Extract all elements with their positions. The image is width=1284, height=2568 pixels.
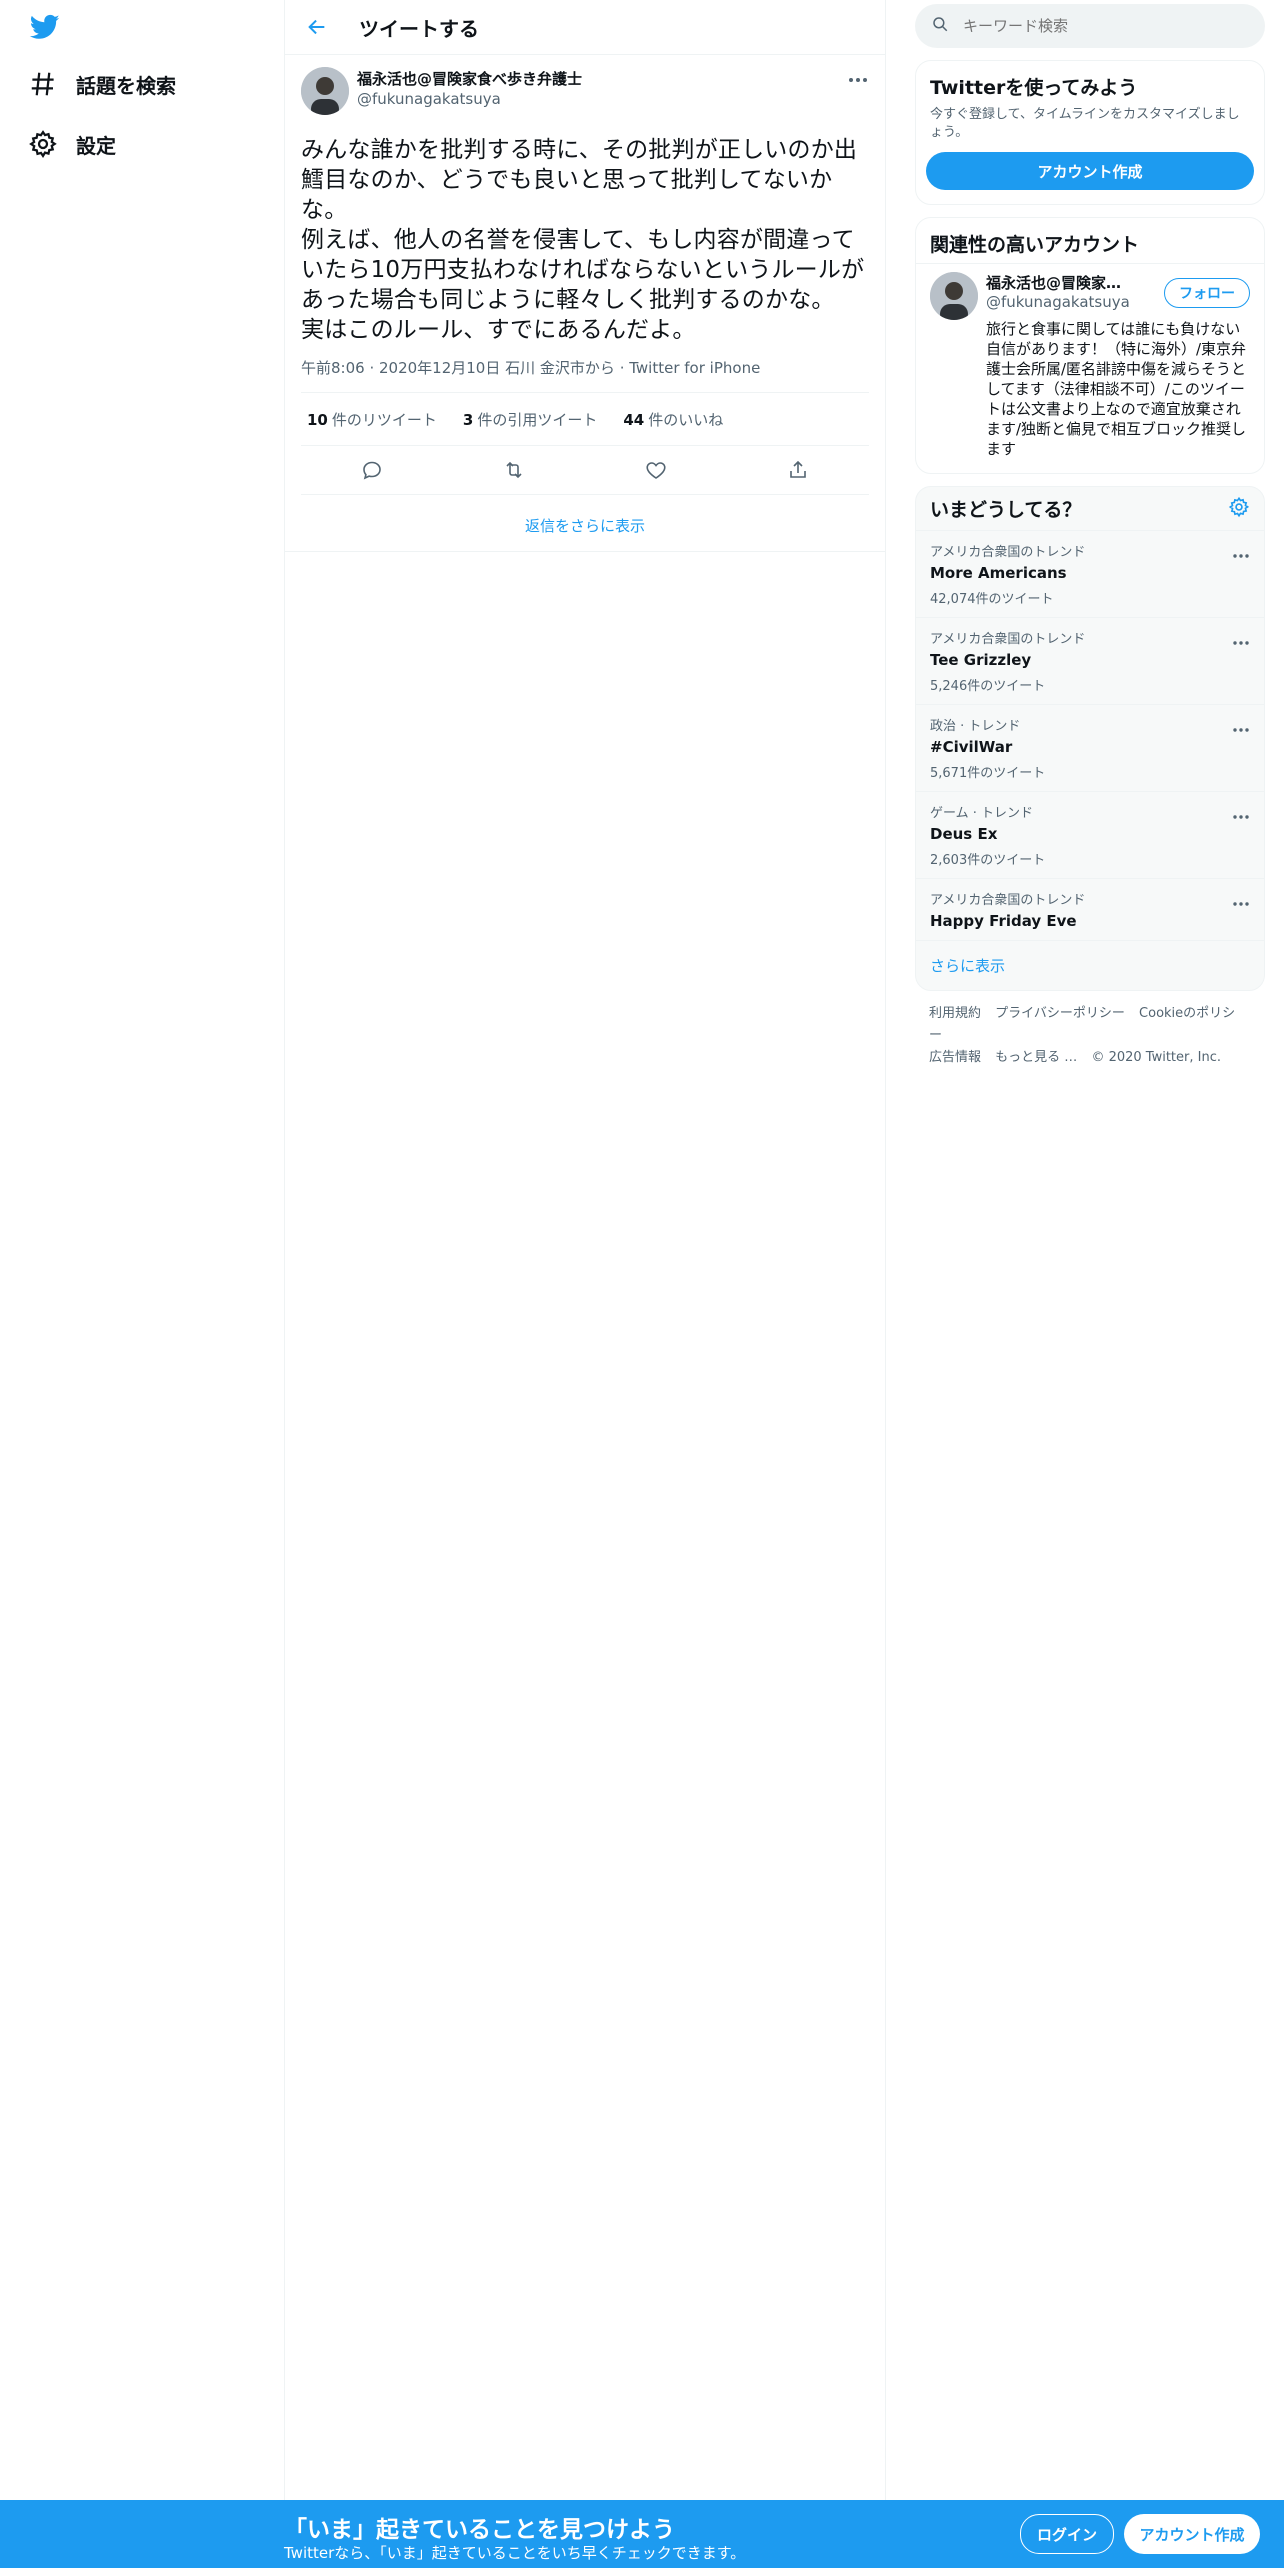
trend-name: Tee Grizzley xyxy=(930,651,1032,669)
show-more-trends-link[interactable]: さらに表示 xyxy=(916,941,1264,990)
quote-count[interactable]: 3 件の引用ツイート xyxy=(463,409,597,430)
tweet-meta: 午前8:06 · 2020年12月10日 石川 金沢市から · Twitter … xyxy=(301,357,869,393)
gear-icon xyxy=(28,129,58,159)
tweet-stats: 10 件のリツイート 3 件の引用ツイート 44 件のいいね xyxy=(301,393,869,446)
tweet: 福永活也@冒険家食べ歩き弁護士 @fukunagakatsuya みんな誰かを批… xyxy=(285,55,885,495)
privacy-link[interactable]: プライバシーポリシー xyxy=(995,1006,1125,1021)
trend-context: アメリカ合衆国のトレンド xyxy=(930,545,1086,560)
more-options-icon[interactable] xyxy=(1232,719,1250,732)
more-options-icon[interactable] xyxy=(1232,806,1250,819)
left-nav: 話題を検索 設定 xyxy=(0,0,284,2500)
bottom-bar-subtitle: Twitterなら、「いま」起きていることをいち早くチェックできます。 xyxy=(284,2544,746,2562)
bottom-signup-bar: 「いま」起きていることを見つけよう Twitterなら、「いま」起きていることを… xyxy=(0,2500,1284,2568)
nav-settings[interactable]: 設定 xyxy=(28,114,116,174)
search-input[interactable] xyxy=(961,16,1245,36)
page-title: ツイートする xyxy=(359,16,479,41)
more-options-icon[interactable] xyxy=(847,71,869,83)
search-box[interactable] xyxy=(915,4,1265,48)
trend-context: 政治 · トレンド xyxy=(930,719,1021,734)
trend-item[interactable]: アメリカ合衆国のトレンド Tee Grizzley 5,246件のツイート xyxy=(916,618,1264,705)
login-button[interactable]: ログイン xyxy=(1020,2514,1114,2554)
trend-item[interactable]: アメリカ合衆国のトレンド More Americans 42,074件のツイート xyxy=(916,531,1264,618)
tweet-text: みんな誰かを批判する時に、その批判が正しいのか出鱈目なのか、どうでも良いと思って… xyxy=(301,137,865,343)
more-link[interactable]: もっと見る … xyxy=(995,1050,1077,1065)
tweet-time[interactable]: 午前8:06 xyxy=(301,359,365,377)
search-icon xyxy=(931,15,949,37)
trend-count: 2,603件のツイート xyxy=(930,853,1046,868)
tweet-location: 石川 金沢市から xyxy=(505,359,615,377)
trends-title: いまどうしてる？ xyxy=(930,499,1082,521)
trend-context: アメリカ合衆国のトレンド xyxy=(930,632,1086,647)
copyright: © 2020 Twitter, Inc. xyxy=(1091,1050,1221,1065)
ads-info-link[interactable]: 広告情報 xyxy=(929,1050,981,1065)
tweet-actions xyxy=(301,446,869,495)
retweet-count[interactable]: 10 件のリツイート xyxy=(307,409,437,430)
signup-button[interactable]: アカウント作成 xyxy=(1124,2514,1260,2554)
show-more-replies-link[interactable]: 返信をさらに表示 xyxy=(285,499,885,552)
trends-card: いまどうしてる？ アメリカ合衆国のトレンド More Americans 42,… xyxy=(915,486,1265,991)
footer-links: 利用規約 プライバシーポリシー Cookieのポリシー 広告情報 もっと見る …… xyxy=(915,991,1265,1081)
author-name[interactable]: 福永活也@冒険家食べ歩き弁護士 xyxy=(357,69,869,89)
trend-name: More Americans xyxy=(930,564,1067,582)
settings-gear-icon[interactable] xyxy=(1228,496,1250,522)
nav-explore-label: 話題を検索 xyxy=(76,73,176,98)
tweet-source[interactable]: Twitter for iPhone xyxy=(629,359,760,377)
author-handle[interactable]: @fukunagakatsuya xyxy=(357,89,869,109)
trend-item[interactable]: アメリカ合衆国のトレンド Happy Friday Eve xyxy=(916,879,1264,941)
tweet-header: 福永活也@冒険家食べ歩き弁護士 @fukunagakatsuya xyxy=(301,67,869,123)
back-arrow-icon[interactable] xyxy=(299,9,335,45)
trend-name: #CivilWar xyxy=(930,738,1013,756)
trend-count: 5,246件のツイート xyxy=(930,679,1046,694)
nav-settings-label: 設定 xyxy=(76,133,116,158)
trend-name: Happy Friday Eve xyxy=(930,912,1077,930)
hashtag-icon xyxy=(28,69,58,99)
create-account-button[interactable]: アカウント作成 xyxy=(926,152,1254,190)
right-sidebar: Twitterを使ってみよう 今すぐ登録して、タイムラインをカスタマイズしましょ… xyxy=(915,0,1265,1081)
trend-name: Deus Ex xyxy=(930,825,998,843)
retweet-icon[interactable] xyxy=(502,458,526,482)
related-account-bio: 旅行と食事に関しては誰にも負けない自信があります！（特に海外）/東京弁護士会所属… xyxy=(986,320,1247,458)
trend-item[interactable]: 政治 · トレンド #CivilWar 5,671件のツイート xyxy=(916,705,1264,792)
bottom-bar-title: 「いま」起きていることを見つけよう xyxy=(284,2517,675,2543)
avatar[interactable] xyxy=(930,272,978,320)
more-options-icon[interactable] xyxy=(1232,632,1250,645)
trend-context: ゲーム · トレンド xyxy=(930,806,1034,821)
signup-card-subtitle: 今すぐ登録して、タイムラインをカスタマイズしましょう。 xyxy=(930,107,1240,140)
nav-explore[interactable]: 話題を検索 xyxy=(28,54,176,114)
related-accounts-title: 関連性の高いアカウント xyxy=(930,234,1140,256)
tweet-date[interactable]: 2020年12月10日 xyxy=(379,359,500,377)
reply-icon[interactable] xyxy=(360,458,384,482)
trend-item[interactable]: ゲーム · トレンド Deus Ex 2,603件のツイート xyxy=(916,792,1264,879)
signup-card-title: Twitterを使ってみよう xyxy=(930,77,1138,99)
follow-button[interactable]: フォロー xyxy=(1164,278,1250,308)
more-options-icon[interactable] xyxy=(1232,893,1250,906)
trend-context: アメリカ合衆国のトレンド xyxy=(930,893,1086,908)
twitter-logo-icon[interactable] xyxy=(28,12,62,42)
more-options-icon[interactable] xyxy=(1232,545,1250,558)
share-icon[interactable] xyxy=(786,458,810,482)
main-column: ツイートする 福永活也@冒険家食べ歩き弁護士 @fukunagakatsuya … xyxy=(284,0,886,2500)
related-account-name[interactable]: 福永活也@冒険家食べ歩き弁護士 xyxy=(986,272,1136,293)
like-icon[interactable] xyxy=(644,458,668,482)
related-account[interactable]: 福永活也@冒険家食べ歩き弁護士 @fukunagakatsuya 旅行と食事に関… xyxy=(916,263,1264,473)
trend-count: 42,074件のツイート xyxy=(930,592,1054,607)
signup-card: Twitterを使ってみよう 今すぐ登録して、タイムラインをカスタマイズしましょ… xyxy=(915,60,1265,205)
related-accounts-card: 関連性の高いアカウント 福永活也@冒険家食べ歩き弁護士 @fukunagakat… xyxy=(915,217,1265,474)
like-count[interactable]: 44 件のいいね xyxy=(623,409,723,430)
trend-count: 5,671件のツイート xyxy=(930,766,1046,781)
terms-link[interactable]: 利用規約 xyxy=(929,1006,981,1021)
avatar[interactable] xyxy=(301,67,349,115)
main-header: ツイートする xyxy=(285,0,885,55)
